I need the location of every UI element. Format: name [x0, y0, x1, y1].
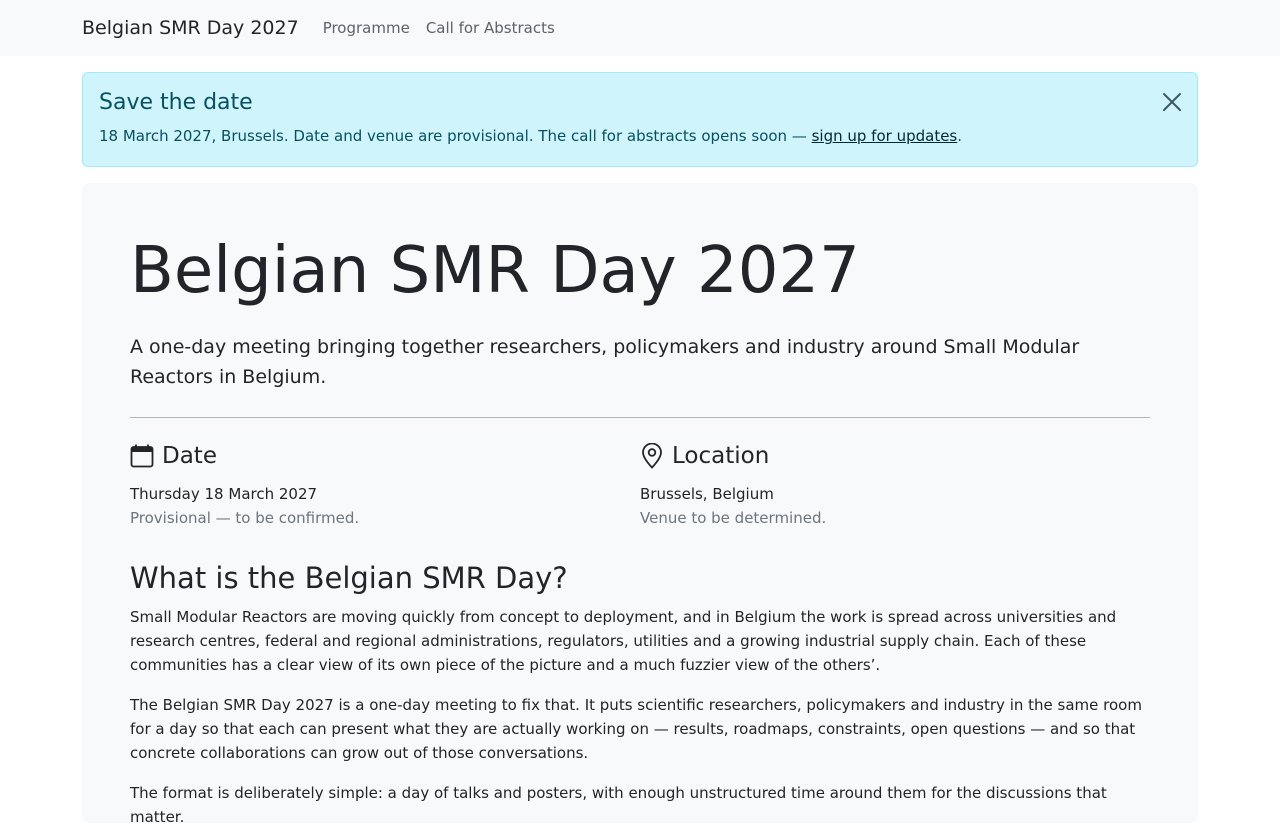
- about-paragraph-2: The Belgian SMR Day 2027 is a one-day me…: [130, 695, 1142, 762]
- close-icon[interactable]: [1161, 91, 1183, 113]
- divider: [130, 416, 1150, 418]
- date-info: Date Thursday 18 March 2027 Provisional …: [130, 442, 640, 527]
- about-paragraph-3: The format is deliberately simple: a day…: [130, 783, 1107, 826]
- date-note: Provisional — to be confirmed.: [130, 508, 360, 527]
- alert-body: 18 March 2027, Brussels. Date and venue …: [99, 127, 1181, 145]
- save-the-date-alert: Save the date 18 March 2027, Brussels. D…: [82, 72, 1198, 167]
- alert-text: 18 March 2027, Brussels. Date and venue …: [99, 127, 812, 145]
- about-paragraph-1: Small Modular Reactors are moving quickl…: [130, 607, 1117, 674]
- page-title: Belgian SMR Day 2027: [130, 234, 860, 308]
- hero-section: Belgian SMR Day 2027 A one-day meeting b…: [82, 183, 1198, 826]
- nav-link-programme[interactable]: Programme: [323, 19, 410, 37]
- nav-link-call-for-abstracts[interactable]: Call for Abstracts: [426, 19, 555, 37]
- alert-title: Save the date: [99, 90, 253, 115]
- event-info: Date Thursday 18 March 2027 Provisional …: [130, 442, 1150, 527]
- brand-link[interactable]: Belgian SMR Day 2027: [82, 17, 299, 39]
- location-value: Brussels, Belgium: [640, 484, 774, 503]
- calendar-icon: [130, 444, 154, 468]
- location-info: Location Brussels, Belgium Venue to be d…: [640, 442, 1150, 527]
- about-title: What is the Belgian SMR Day?: [130, 560, 568, 595]
- sign-up-link[interactable]: sign up for updates: [812, 127, 958, 145]
- location-heading-label: Location: [672, 442, 770, 469]
- navbar: Belgian SMR Day 2027 Programme Call for …: [0, 0, 1280, 56]
- hero-lead: A one-day meeting bringing together rese…: [130, 335, 1080, 388]
- alert-text-end: .: [957, 127, 963, 145]
- location-note: Venue to be determined.: [640, 508, 827, 527]
- date-heading-label: Date: [162, 442, 217, 469]
- location-heading: Location: [640, 442, 1150, 470]
- date-value: Thursday 18 March 2027: [130, 484, 318, 503]
- map-pin-icon: [642, 442, 662, 469]
- date-heading: Date: [130, 442, 640, 470]
